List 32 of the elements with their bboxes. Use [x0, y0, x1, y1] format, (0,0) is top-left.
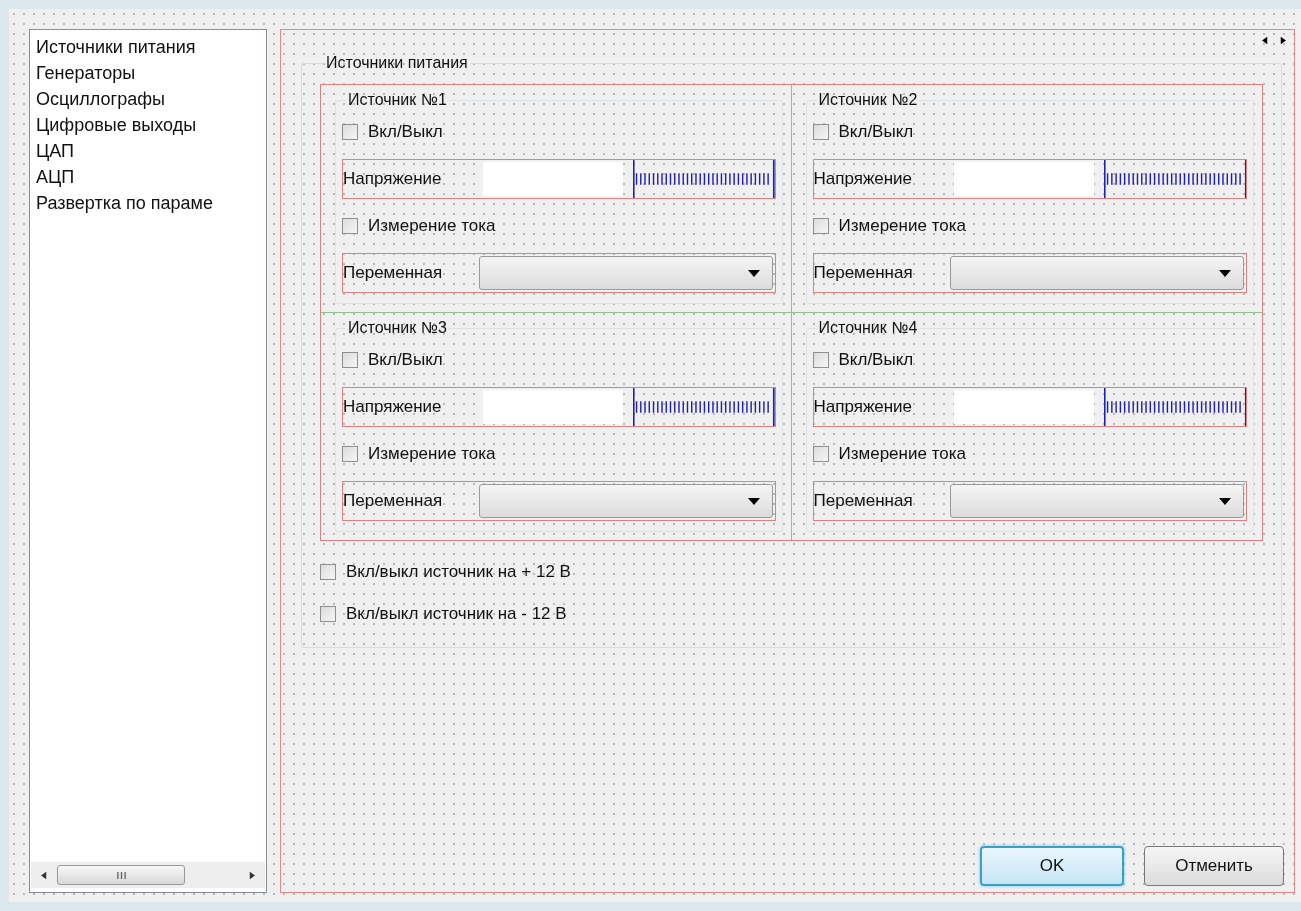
- cancel-button[interactable]: Отменить: [1144, 846, 1284, 886]
- source-title: Источник №4: [817, 319, 919, 337]
- current-checkbox[interactable]: Измерение тока: [812, 209, 1247, 243]
- source-title: Источник №3: [347, 319, 448, 337]
- supply-checkbox[interactable]: Вкл/выкл источник на - 12 В: [320, 597, 1263, 631]
- sidebar-item[interactable]: ЦАП: [36, 138, 260, 164]
- variable-label: Переменная: [813, 263, 914, 283]
- group-title: Источники питания: [325, 54, 469, 72]
- voltage-label: Напряжение: [343, 169, 443, 189]
- sidebar-item[interactable]: Источники питания: [36, 34, 260, 60]
- source-title: Источник №1: [347, 91, 448, 109]
- source-title: Источник №2: [817, 91, 919, 109]
- ok-button[interactable]: OK: [980, 846, 1124, 886]
- variable-label: Переменная: [343, 491, 444, 511]
- voltage-label: Напряжение: [343, 397, 443, 417]
- supply-checkbox[interactable]: Вкл/выкл источник на + 12 В: [320, 555, 1263, 589]
- current-checkbox[interactable]: Измерение тока: [342, 209, 776, 243]
- variable-label: Переменная: [813, 491, 914, 511]
- sidebar-item[interactable]: Генераторы: [36, 60, 260, 86]
- current-checkbox[interactable]: Измерение тока: [342, 437, 776, 471]
- power-checkbox[interactable]: Вкл/Выкл: [812, 343, 1247, 377]
- sidebar-item[interactable]: АЦП: [36, 164, 260, 190]
- power-checkbox[interactable]: Вкл/Выкл: [812, 115, 1247, 149]
- sidebar-item[interactable]: Осциллографы: [36, 86, 260, 112]
- sidebar-item[interactable]: Цифровые выходы: [36, 112, 260, 138]
- current-checkbox[interactable]: Измерение тока: [812, 437, 1247, 471]
- power-checkbox[interactable]: Вкл/Выкл: [342, 343, 776, 377]
- power-checkbox[interactable]: Вкл/Выкл: [342, 115, 776, 149]
- variable-label: Переменная: [343, 263, 444, 283]
- voltage-label: Напряжение: [813, 397, 914, 417]
- voltage-label: Напряжение: [813, 169, 914, 189]
- sidebar-item[interactable]: Развертка по параме: [36, 190, 260, 216]
